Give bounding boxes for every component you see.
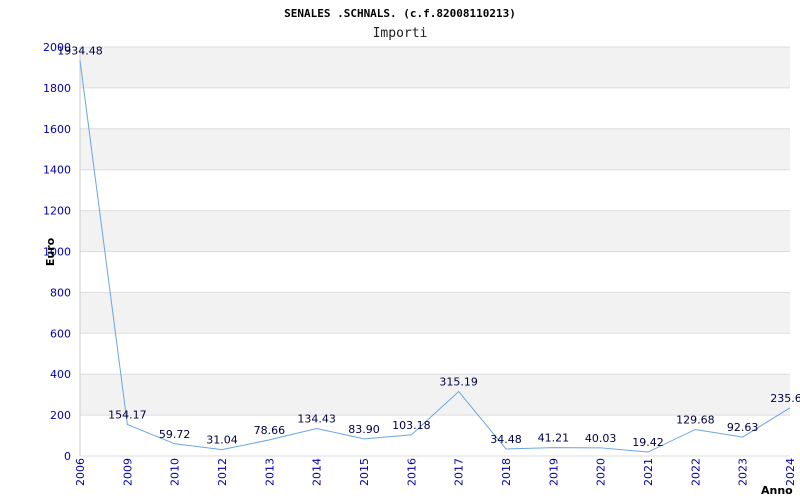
y-tick-label: 1200 — [43, 205, 71, 218]
line-chart: SENALES .SCHNALS. (c.f.82008110213) Impo… — [43, 7, 800, 497]
x-tick-label: 2017 — [453, 458, 466, 486]
data-label: 103.18 — [392, 419, 431, 432]
x-tick-label: 2016 — [405, 458, 418, 486]
y-tick-label: 600 — [50, 327, 71, 340]
plot-band — [80, 47, 790, 88]
y-tick-label: 1600 — [43, 123, 71, 136]
data-label: 134.43 — [297, 413, 336, 426]
data-label: 41.21 — [538, 432, 570, 445]
data-label: 83.90 — [348, 423, 380, 436]
chart-subtitle: Importi — [373, 26, 428, 41]
data-label: 19.42 — [632, 436, 664, 449]
data-label: 59.72 — [159, 428, 191, 441]
x-tick-label: 2006 — [74, 458, 87, 486]
x-tick-label: 2022 — [689, 458, 702, 486]
x-tick-label: 2024 — [784, 458, 797, 486]
data-label: 34.48 — [490, 433, 522, 446]
y-tick-label: 200 — [50, 409, 71, 422]
data-label: 129.68 — [676, 413, 715, 426]
data-label: 315.19 — [439, 376, 478, 389]
y-axis-label: Euro — [44, 237, 57, 266]
y-tick-label: 400 — [50, 368, 71, 381]
x-axis-label: Anno — [761, 484, 793, 497]
x-tick-label: 2018 — [500, 458, 513, 486]
x-tick-label: 2013 — [263, 458, 276, 486]
data-label: 31.04 — [206, 434, 238, 447]
x-tick-label: 2009 — [121, 458, 134, 486]
y-tick-label: 1400 — [43, 164, 71, 177]
plot-band — [80, 374, 790, 416]
plot-bands — [80, 47, 790, 416]
y-tick-label: 0 — [64, 450, 71, 463]
x-tick-label: 2014 — [311, 458, 324, 486]
data-label: 78.66 — [254, 424, 286, 437]
plot-band — [80, 210, 790, 252]
x-tick-label: 2021 — [642, 458, 655, 486]
x-axis-ticks: 2006 2009 2010 2012 2013 2014 2015 2016 2017 2018… — [74, 458, 797, 486]
data-label: 154.17 — [108, 408, 147, 421]
x-tick-label: 2010 — [169, 458, 182, 486]
plot-band — [80, 128, 790, 170]
x-tick-label: 2015 — [358, 458, 371, 486]
chart-title: SENALES .SCHNALS. (c.f.82008110213) — [284, 7, 516, 20]
y-tick-label: 800 — [50, 286, 71, 299]
plot-band — [80, 292, 790, 334]
data-label: 40.03 — [585, 432, 617, 445]
x-tick-label: 2019 — [547, 458, 560, 486]
data-label: 92.63 — [727, 421, 759, 434]
x-tick-label: 2023 — [737, 458, 750, 486]
x-tick-label: 2012 — [216, 458, 229, 486]
data-label: 1934.48 — [57, 44, 103, 57]
data-label: 235.6 — [770, 392, 800, 405]
y-tick-label: 1800 — [43, 82, 71, 95]
x-tick-label: 2020 — [595, 458, 608, 486]
